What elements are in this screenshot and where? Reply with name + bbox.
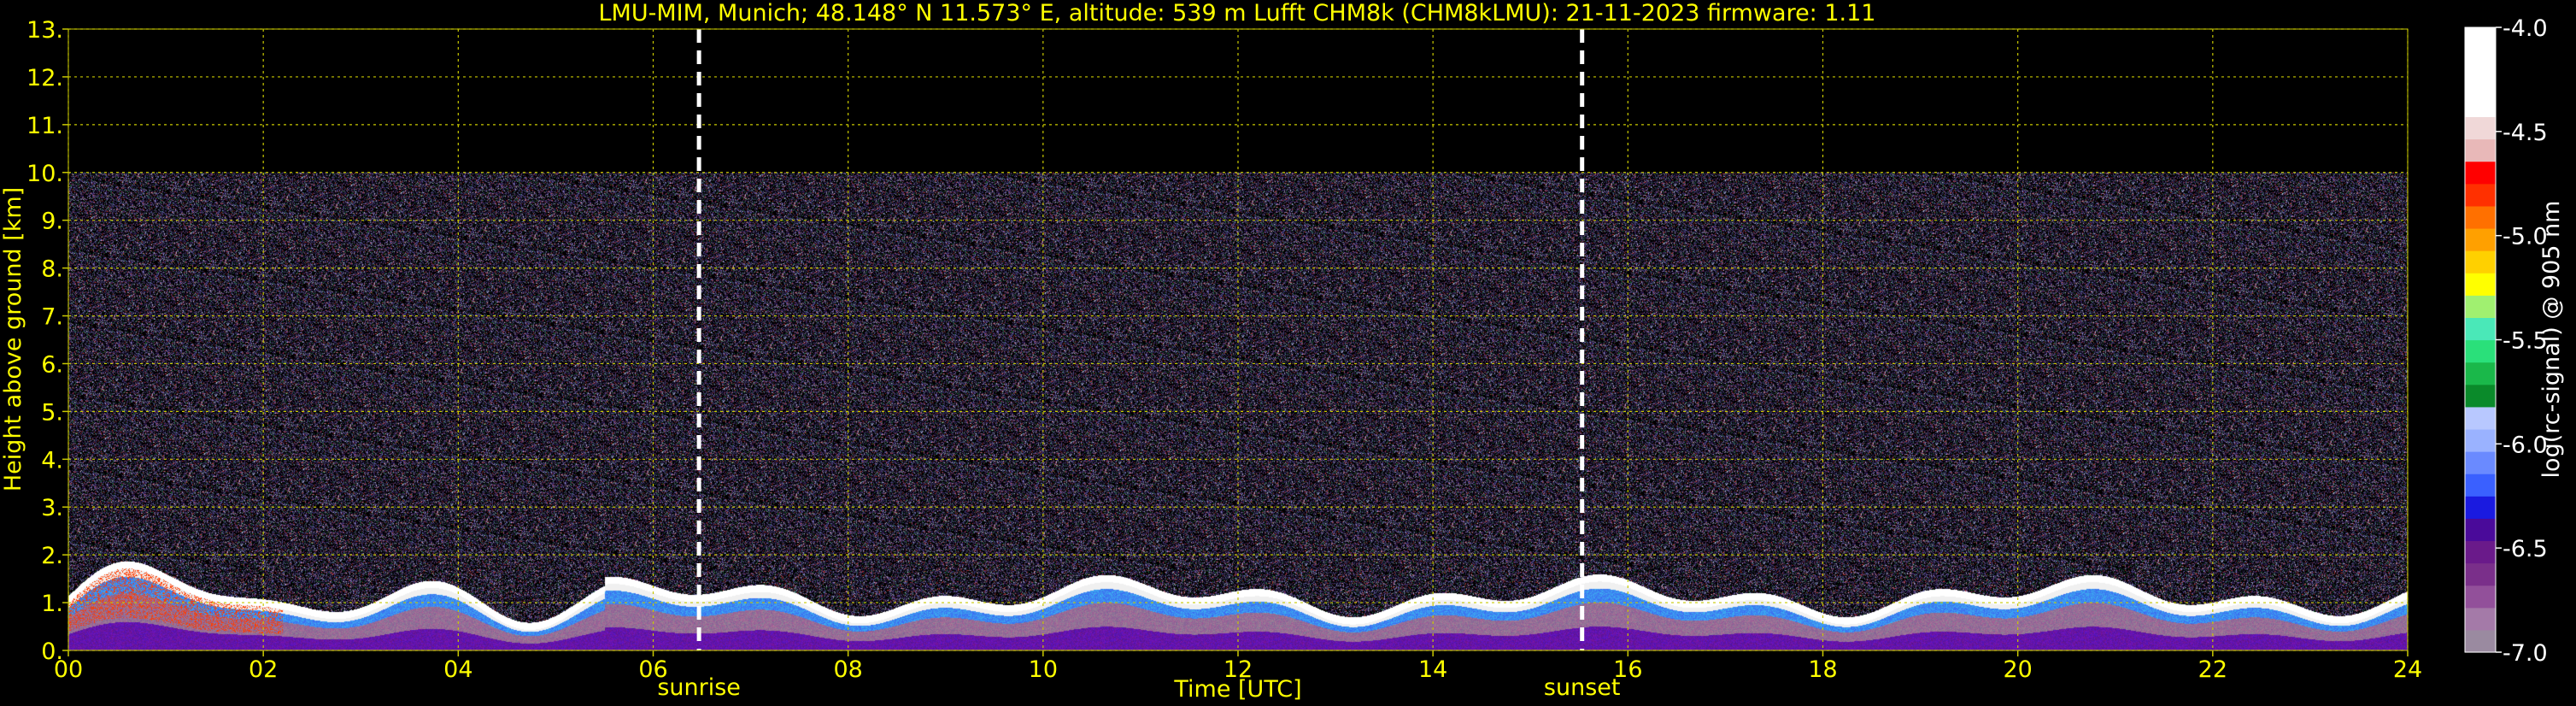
colorbar-tick-label: -4.0 bbox=[2503, 15, 2548, 42]
y-tick-label: 4. bbox=[41, 447, 63, 474]
colorbar-tick-label: -4.5 bbox=[2503, 120, 2548, 146]
colorbar-segment bbox=[2465, 540, 2496, 564]
y-tick-label: 5. bbox=[41, 399, 63, 426]
colorbar-segment bbox=[2465, 27, 2496, 50]
x-axis-label: Time [UTC] bbox=[1173, 676, 1301, 703]
colorbar-segment bbox=[2465, 295, 2496, 318]
x-tick-label: 02 bbox=[249, 656, 278, 683]
colorbar-segment bbox=[2465, 273, 2496, 296]
chart-title: LMU-MIM, Munich; 48.148° N 11.573° E, al… bbox=[599, 0, 1876, 26]
y-tick-label: 2. bbox=[41, 543, 63, 569]
y-tick-label: 13. bbox=[26, 17, 63, 44]
colorbar-segment bbox=[2465, 94, 2496, 118]
colorbar-segment bbox=[2465, 339, 2496, 363]
colorbar-segment bbox=[2465, 451, 2496, 474]
y-tick-label: 0. bbox=[41, 638, 63, 665]
colorbar-segment bbox=[2465, 496, 2496, 519]
sun-marker-label: sunrise bbox=[657, 674, 741, 701]
colorbar-segment bbox=[2465, 72, 2496, 95]
y-axis: 0. 1. 2. 3. 4. 5. 6. 7. 8. 9. 10. 11. 12. 13. bbox=[26, 17, 68, 665]
y-tick-label: 12. bbox=[26, 65, 63, 91]
colorbar-segment bbox=[2465, 585, 2496, 609]
y-axis-label: Height above ground [km] bbox=[0, 187, 26, 491]
sun-marker-label: sunset bbox=[1544, 674, 1621, 701]
colorbar-segment bbox=[2465, 138, 2496, 162]
colorbar-tick-label: -7.0 bbox=[2503, 640, 2548, 667]
colorbar-segment bbox=[2465, 362, 2496, 385]
colorbar-segment bbox=[2465, 250, 2496, 274]
y-tick-label: 9. bbox=[41, 209, 63, 235]
colorbar-tick-label: -6.5 bbox=[2503, 536, 2548, 562]
colorbar-segment bbox=[2465, 518, 2496, 542]
y-tick-label: 1. bbox=[41, 591, 63, 617]
x-tick-label: 14 bbox=[1418, 656, 1447, 683]
y-tick-label: 8. bbox=[41, 256, 63, 283]
y-tick-label: 3. bbox=[41, 495, 63, 521]
colorbar: -4.0-4.5-5.0-5.5-6.0-6.5-7.0 bbox=[2464, 15, 2548, 667]
y-tick-label: 6. bbox=[41, 351, 63, 378]
colorbar-segment bbox=[2465, 562, 2496, 586]
colorbar-segment bbox=[2465, 205, 2496, 229]
colorbar-segment bbox=[2465, 384, 2496, 408]
colorbar-segment bbox=[2465, 317, 2496, 341]
backscatter-image bbox=[68, 172, 2408, 650]
colorbar-segment bbox=[2465, 161, 2496, 185]
colorbar-segment bbox=[2465, 607, 2496, 631]
x-tick-label: 20 bbox=[2003, 656, 2032, 683]
x-tick-label: 22 bbox=[2198, 656, 2227, 683]
colorbar-segment bbox=[2465, 227, 2496, 251]
plot-area: sunrise sunset bbox=[67, 28, 2409, 701]
x-tick-label: 16 bbox=[1613, 656, 1642, 683]
colorbar-label: log(rc-signal) @ 905 nm bbox=[2538, 201, 2565, 479]
x-tick-label: 10 bbox=[1029, 656, 1058, 683]
ceilometer-chart: LMU-MIM, Munich; 48.148° N 11.573° E, al… bbox=[0, 0, 2565, 703]
colorbar-segment bbox=[2465, 474, 2496, 497]
colorbar-segment bbox=[2465, 50, 2496, 73]
colorbar-segment bbox=[2465, 428, 2496, 452]
x-tick-label: 06 bbox=[638, 656, 667, 683]
backscatter-layer bbox=[68, 172, 2408, 650]
colorbar-segment bbox=[2465, 116, 2496, 140]
y-tick-label: 11. bbox=[26, 113, 63, 139]
x-tick-label: 18 bbox=[1808, 656, 1837, 683]
y-tick-label: 10. bbox=[26, 161, 63, 187]
colorbar-segment bbox=[2465, 406, 2496, 430]
colorbar-segment bbox=[2465, 183, 2496, 207]
colorbar-segment bbox=[2465, 629, 2496, 653]
x-tick-label: 24 bbox=[2393, 656, 2422, 683]
x-tick-label: 04 bbox=[443, 656, 472, 683]
y-tick-label: 7. bbox=[41, 304, 63, 331]
x-tick-label: 08 bbox=[833, 656, 862, 683]
